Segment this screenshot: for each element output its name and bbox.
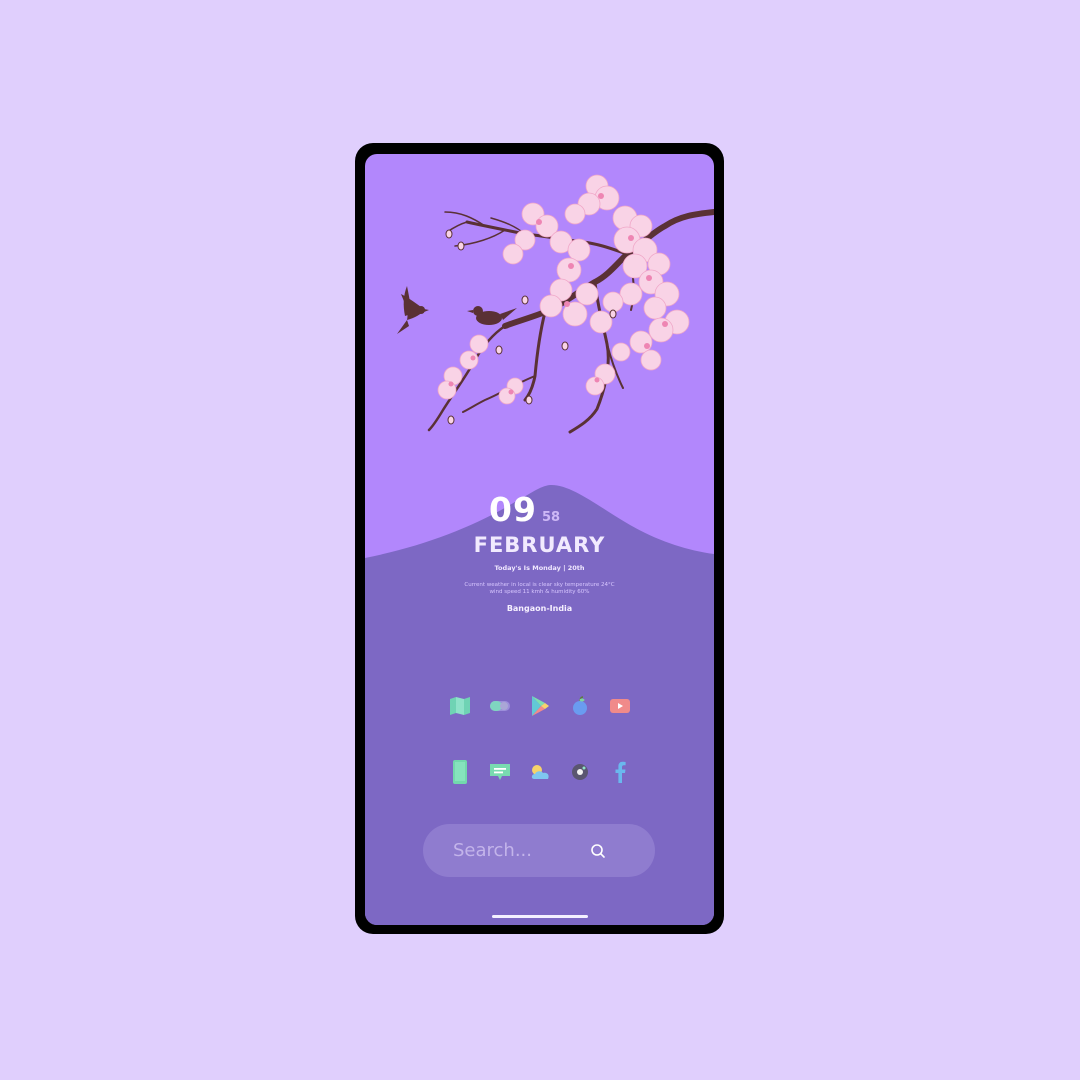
search-bar[interactable] [423,824,655,877]
clock: 09 58 [489,490,560,529]
location-label: Bangaon-India [506,604,573,613]
home-screen: 09 58 FEBRUARY Today's Is Monday | 20th … [365,154,714,925]
youtube-icon[interactable] [609,694,631,718]
search-icon[interactable] [589,842,607,860]
maps-icon[interactable] [449,694,471,718]
weather-line-1: Current weather in local is clear sky te… [464,582,615,588]
today-line: Today's Is Monday | 20th [494,564,585,572]
facebook-icon[interactable] [609,760,631,784]
phone-frame: 09 58 FEBRUARY Today's Is Monday | 20th … [355,143,724,934]
phone-icon[interactable] [449,760,471,784]
clock-minute: 58 [541,510,561,525]
app-row-2 [365,760,714,790]
weather-summary: Current weather in local is clear sky te… [455,582,624,596]
app-row-1 [365,694,714,724]
flying-bird [397,286,429,334]
clock-hour: 09 [489,490,537,529]
weather-line-2: wind speed 11 kmh & humidity 60% [489,589,590,595]
toggle-icon[interactable] [489,694,511,718]
home-indicator[interactable] [492,915,588,918]
camera-icon[interactable] [569,760,591,784]
date-month: FEBRUARY [473,533,606,557]
play-store-icon[interactable] [529,694,551,718]
messages-icon[interactable] [489,760,511,784]
search-input[interactable] [453,838,593,862]
weather-icon[interactable] [529,760,551,784]
apple-icon[interactable] [569,694,591,718]
blossoms [437,174,690,425]
